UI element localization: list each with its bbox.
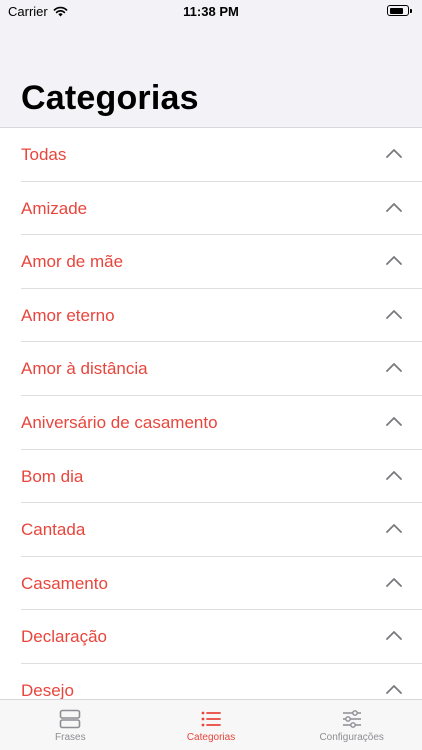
category-row[interactable]: Declaração (21, 610, 422, 664)
tab-label: Frases (55, 732, 86, 743)
chevron-up-icon[interactable] (386, 148, 402, 158)
list-cards-icon (58, 709, 82, 729)
battery-fill (389, 7, 404, 14)
category-row[interactable]: Amor de mãe (21, 235, 422, 289)
page-title: Categorias (21, 79, 199, 117)
bullet-list-icon (199, 709, 223, 729)
category-list[interactable]: Todas Amizade Amor de mãe Amor eterno Amor à… (0, 127, 422, 702)
status-time: 11:38 PM (183, 4, 239, 19)
chevron-up-icon[interactable] (386, 523, 402, 534)
category-label: Desejo (21, 680, 74, 700)
battery-tip (410, 8, 412, 13)
tab-label: Categorias (186, 732, 236, 743)
chevron-up-icon[interactable] (386, 202, 402, 212)
category-row[interactable]: Amor eterno (21, 289, 422, 343)
chevron-up-icon[interactable] (386, 309, 402, 319)
category-label: Amor de mãe (21, 252, 124, 272)
category-label: Casamento (21, 573, 108, 593)
status-right (387, 5, 412, 16)
chevron-up-icon[interactable] (386, 416, 402, 426)
category-row[interactable]: Amizade (21, 182, 422, 236)
category-label: Amizade (21, 198, 88, 218)
category-row[interactable]: Aniversário de casamento (21, 396, 422, 450)
chevron-up-icon[interactable] (386, 255, 402, 266)
category-label: Declaração (21, 627, 107, 647)
category-label: Bom dia (21, 466, 84, 486)
category-label: Cantada (21, 520, 86, 540)
category-row[interactable]: Bom dia (21, 450, 422, 504)
chevron-up-icon[interactable] (386, 684, 402, 694)
category-row[interactable]: Casamento (21, 557, 422, 611)
category-row[interactable]: Todas (21, 128, 422, 182)
category-row[interactable]: Desejo (21, 664, 422, 702)
category-row[interactable]: Cantada (21, 503, 422, 557)
chevron-up-icon[interactable] (386, 362, 402, 373)
tab-categorias[interactable]: Categorias (141, 700, 282, 750)
category-label: Amor eterno (21, 305, 115, 325)
app-screen: Carrier 11:38 PM Categorias Todas Amizade… (0, 0, 422, 750)
category-row[interactable]: Amor à distância (21, 342, 422, 396)
chevron-up-icon[interactable] (386, 630, 402, 641)
category-label: Todas (21, 145, 67, 164)
tab-label: Configurações (319, 732, 384, 743)
battery-icon (387, 5, 409, 16)
category-label: Aniversário de casamento (21, 412, 218, 432)
chevron-up-icon[interactable] (386, 470, 402, 480)
tab-bar: Frases Categorias Configurações (0, 699, 422, 750)
chevron-up-icon[interactable] (386, 577, 402, 587)
status-bar: Carrier 11:38 PM (0, 0, 422, 24)
category-label: Amor à distância (21, 359, 148, 379)
tab-configuracoes[interactable]: Configurações (281, 700, 422, 750)
sliders-icon (340, 709, 364, 729)
tab-frases[interactable]: Frases (0, 700, 141, 750)
